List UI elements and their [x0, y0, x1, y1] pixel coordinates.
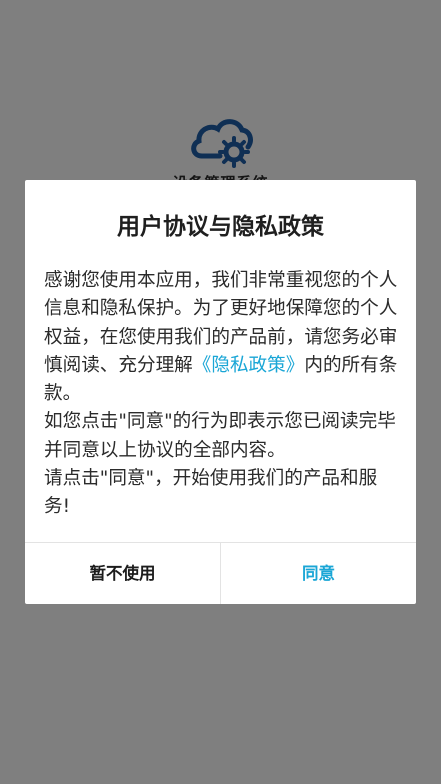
agree-button[interactable]: 同意: [221, 543, 416, 604]
dialog-body: 感谢您使用本应用，我们非常重视您的个人信息和隐私保护。为了更好地保障您的个人权益…: [44, 267, 400, 522]
paragraph-intro: 感谢您使用本应用，我们非常重视您的个人信息和隐私保护。为了更好地保障您的个人权益…: [44, 267, 400, 408]
privacy-policy-link[interactable]: 《隐私政策》: [193, 355, 305, 376]
screen: 设备管理系统 用户协议与隐私政策 感谢您使用本应用，我们非常重视您的个人信息和隐…: [0, 0, 441, 784]
decline-button[interactable]: 暂不使用: [25, 543, 220, 604]
paragraph-instruction: 请点击"同意"，开始使用我们的产品和服务!: [44, 468, 378, 518]
dialog-title: 用户协议与隐私政策: [117, 214, 324, 240]
paragraph-consent: 如您点击"同意"的行为即表示您已阅读完毕并同意以上协议的全部内容。: [44, 411, 396, 461]
